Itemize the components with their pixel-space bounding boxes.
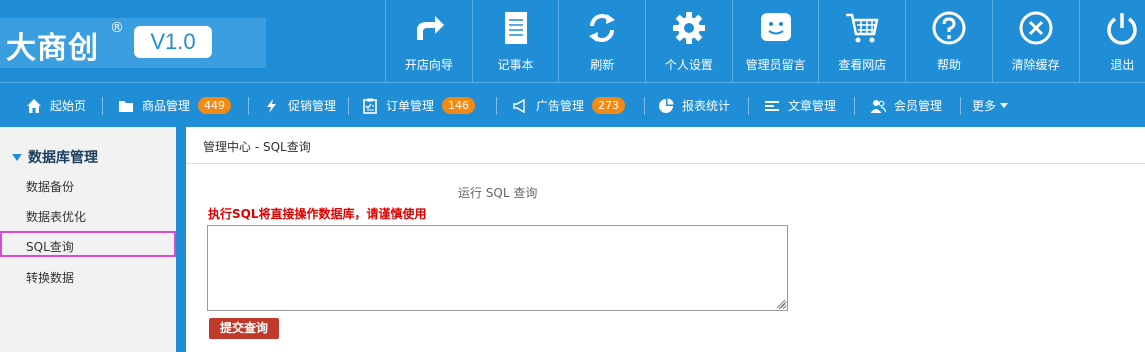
menu-separator xyxy=(854,97,855,115)
pie-chart-icon xyxy=(659,98,674,113)
topnav-label: 记事本 xyxy=(497,58,534,72)
question-icon xyxy=(932,11,966,45)
warning-text: 执行SQL将直接操作数据库，请谨慎使用 xyxy=(208,207,427,221)
topnav-label: 帮助 xyxy=(936,58,961,72)
clipboard-icon xyxy=(363,98,377,114)
resize-grip-icon[interactable] xyxy=(774,297,786,309)
count-badge: 449 xyxy=(198,97,232,114)
menu-orders[interactable]: 订单管理 146 xyxy=(362,83,476,128)
menu-label: 会员管理 xyxy=(894,99,943,113)
menu-separator xyxy=(644,97,645,115)
topnav-label: 开店向导 xyxy=(404,58,453,72)
sidebar-title-label: 数据库管理 xyxy=(28,150,98,166)
topnav-label: 查看网店 xyxy=(838,58,887,72)
list-icon xyxy=(765,100,779,111)
clear-cache-icon xyxy=(1019,11,1053,45)
breadcrumb-divider xyxy=(186,163,1145,164)
logo[interactable]: 大商创 ® V1.0 xyxy=(0,18,266,68)
version-badge: V1.0 xyxy=(134,26,212,58)
menu-separator xyxy=(496,97,497,115)
topnav-label: 清除缓存 xyxy=(1011,58,1060,72)
topnav-logout[interactable]: 退出 xyxy=(1078,0,1145,82)
menu-goods[interactable]: 商品管理 449 xyxy=(118,83,232,128)
topnav-open-store-guide[interactable]: 开店向导 xyxy=(385,0,472,82)
menu-label: 报表统计 xyxy=(682,99,731,113)
sidebar-divider-bar xyxy=(176,127,186,352)
menu-label: 促销管理 xyxy=(288,99,337,113)
topnav-notepad[interactable]: 记事本 xyxy=(471,0,559,82)
notepad-icon xyxy=(504,12,527,44)
message-smile-icon xyxy=(760,13,791,41)
menu-separator xyxy=(960,97,961,115)
home-icon xyxy=(27,98,41,113)
share-arrow-icon xyxy=(416,16,444,40)
main-menu-bar: 起始页 商品管理 449 促销管理 订单管理 146 广告管理 273 报表统计… xyxy=(0,82,1145,127)
top-nav: 开店向导 记事本 刷新 个人设置 管理员留言 查看网店 帮助 清除缓存 退出 xyxy=(385,0,1145,82)
topnav-label: 管理员留言 xyxy=(745,58,806,72)
count-badge: 273 xyxy=(592,97,626,114)
menu-promotion[interactable]: 促销管理 xyxy=(264,83,336,128)
breadcrumb: 管理中心 - SQL查询 xyxy=(203,140,311,154)
sql-textarea[interactable] xyxy=(207,225,788,311)
menu-members[interactable]: 会员管理 xyxy=(870,83,942,128)
logo-registered-mark: ® xyxy=(110,20,124,36)
menu-label: 广告管理 xyxy=(536,99,585,113)
top-header: 大商创 ® V1.0 开店向导 记事本 刷新 个人设置 管理员留言 查看网店 帮… xyxy=(0,0,1145,82)
logo-text: 大商创 xyxy=(6,31,99,66)
topnav-view-store[interactable]: 查看网店 xyxy=(818,0,905,82)
topnav-refresh[interactable]: 刷新 xyxy=(558,0,645,82)
topnav-label: 退出 xyxy=(1110,58,1135,72)
menu-ads[interactable]: 广告管理 273 xyxy=(512,83,626,128)
sidebar-item-optimize[interactable]: 数据表优化 xyxy=(26,208,86,225)
menu-separator xyxy=(248,97,249,115)
topnav-help[interactable]: 帮助 xyxy=(905,0,992,82)
count-badge: 146 xyxy=(442,97,476,114)
menu-separator xyxy=(748,97,749,115)
menu-home[interactable]: 起始页 xyxy=(26,83,86,128)
menu-separator xyxy=(348,97,349,115)
users-icon xyxy=(870,99,886,113)
topnav-clear-cache[interactable]: 清除缓存 xyxy=(991,0,1079,82)
megaphone-icon xyxy=(513,98,525,113)
topnav-personal-settings[interactable]: 个人设置 xyxy=(645,0,732,82)
sidebar-section-title[interactable]: 数据库管理 xyxy=(12,147,98,167)
topnav-label: 个人设置 xyxy=(664,58,713,72)
sidebar-item-sql-query[interactable]: SQL查询 xyxy=(26,238,74,255)
shopping-cart-icon xyxy=(846,13,879,43)
topnav-admin-message[interactable]: 管理员留言 xyxy=(731,0,819,82)
menu-label: 订单管理 xyxy=(386,99,435,113)
menu-label: 起始页 xyxy=(50,99,87,113)
menu-more[interactable]: 更多 xyxy=(972,83,1009,128)
menu-articles[interactable]: 文章管理 xyxy=(764,83,836,128)
power-icon xyxy=(1107,13,1138,45)
caret-down-icon xyxy=(1000,102,1009,108)
menu-label: 商品管理 xyxy=(142,99,191,113)
menu-separator xyxy=(102,97,103,115)
menu-label: 更多 xyxy=(972,99,997,113)
submit-query-button[interactable]: 提交查询 xyxy=(209,318,279,339)
folder-icon xyxy=(119,100,133,112)
lightning-icon xyxy=(267,98,276,113)
triangle-down-icon xyxy=(12,153,22,161)
sidebar-item-convert[interactable]: 转换数据 xyxy=(26,269,74,286)
sidebar: 数据库管理 数据备份 数据表优化 SQL查询 转换数据 xyxy=(0,127,176,352)
refresh-icon xyxy=(589,14,616,42)
topnav-label: 刷新 xyxy=(590,58,615,72)
menu-label: 文章管理 xyxy=(788,99,837,113)
gear-icon xyxy=(672,12,705,44)
menu-reports[interactable]: 报表统计 xyxy=(658,83,730,128)
sidebar-item-backup[interactable]: 数据备份 xyxy=(26,178,74,195)
form-caption: 运行 SQL 查询 xyxy=(458,186,538,200)
